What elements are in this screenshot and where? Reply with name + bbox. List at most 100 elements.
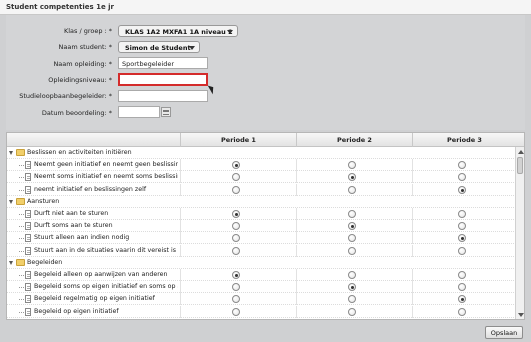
expand-toggle-icon[interactable] [9,260,13,265]
niveau-input[interactable] [118,73,208,86]
period-2-radio[interactable] [348,246,356,255]
required-mark: * [108,27,112,35]
competency-grid: Periode 1 Periode 2 Periode 3 Beslissen … [6,132,525,320]
student-form: Klas / groep : * KLAS 1A2 MXFA1 1A niveau… [6,15,525,130]
competency-row: Begeleid op eigen initiatief [7,305,516,318]
document-icon [25,295,31,304]
competency-row: Neemt geen initiatief en neemt geen besl… [7,159,516,172]
slb-row: Studieloopbaanbegeleider: * [6,90,112,103]
tree-connector [19,214,24,215]
student-label: Naam student: [58,43,107,51]
chevron-down-icon [189,46,195,50]
competency-row: Begeleid regelmatig op eigen initiatief [7,293,516,306]
period-3-radio[interactable] [458,271,466,279]
document-icon [25,161,31,170]
competency-label: Begeleid alleen op aanwijzen van anderen [34,271,168,278]
tree-connector [19,189,24,191]
document-icon [25,210,31,218]
competency-row: Begeleid soms op eigen initiatief en som… [7,281,516,294]
folder-icon [16,149,25,156]
group-label: Aansturen [27,197,60,205]
expand-toggle-icon[interactable] [9,151,13,155]
tree-connector [19,299,24,301]
save-button[interactable]: Opslaan [485,326,523,339]
scroll-up-icon[interactable] [518,150,524,154]
document-icon [25,173,31,182]
tree-connector [19,311,24,313]
period-1-radio[interactable] [232,210,240,218]
datum-label: Datum beoordeling: [41,109,107,117]
expand-toggle-icon[interactable] [9,199,13,204]
required-mark: * [108,109,112,117]
document-icon [25,246,31,255]
group-row[interactable]: Begeleiden [7,257,516,269]
klas-row: Klas / groep : * [6,25,112,38]
folder-icon [16,197,25,205]
competency-label: Durft soms aan te sturen [34,222,113,230]
competency-row: Stuurt alleen aan indien nodig [7,232,516,245]
niveau-label: Opleidingsniveau: [48,76,107,84]
slb-input[interactable] [118,90,208,102]
required-mark: * [108,76,112,84]
period-3-radio[interactable] [458,246,466,255]
period-2-radio[interactable] [348,210,356,218]
tree-connector [19,238,24,240]
tree-connector [19,250,24,252]
competency-row: Stuurt aan in de situaties vaarin dit ve… [7,244,516,257]
period-2-radio[interactable] [348,185,356,194]
niveau-row: Opleidingsniveau: * [6,74,112,87]
datum-row: Datum beoordeling: * [6,107,112,120]
opleiding-input[interactable]: Sportbegeleider [118,57,208,69]
group-label: Beslissen en activiteiten initiëren [27,149,132,156]
competency-row: Neemt soms initiatief en neemt soms besl… [7,171,516,184]
competency-label: Durft niet aan te sturen [34,210,109,217]
column-header-periode-1: Periode 1 [180,133,296,147]
group-row[interactable]: Aansturen [7,196,516,208]
folder-icon [16,258,25,266]
group-label: Begeleiden [27,258,63,266]
klas-label: Klas / groep : [63,27,107,35]
period-2-radio[interactable] [348,307,356,316]
competency-label: Begeleid soms op eigen initiatief en som… [34,283,178,291]
chevron-down-icon [227,30,233,34]
window-titlebar: Student competenties 1e jr [0,0,531,15]
document-icon [25,185,31,194]
vertical-scrollbar[interactable] [515,147,524,319]
competency-row: Durft soms aan te sturen [7,220,516,233]
competency-label: Begeleid op eigen initiatief [34,307,119,315]
opleiding-label: Naam opleiding: [53,60,107,68]
document-icon [25,283,31,292]
tree-connector [19,226,24,228]
period-1-radio[interactable] [232,271,240,279]
competency-label: Neemt soms initiatief en neemt soms besl… [34,173,178,181]
scroll-down-icon[interactable] [518,313,524,317]
period-3-radio[interactable] [458,307,466,316]
period-3-radio[interactable] [458,210,466,218]
grid-header: Periode 1 Periode 2 Periode 3 [7,133,524,147]
competency-label: Stuurt aan in de situaties vaarin dit ve… [34,246,177,254]
document-icon [25,271,31,279]
column-header-periode-3: Periode 3 [412,133,516,147]
scrollbar-thumb[interactable] [517,157,523,174]
period-1-radio[interactable] [232,185,240,194]
required-mark: * [108,92,112,100]
document-icon [25,234,31,243]
period-1-radio[interactable] [232,246,240,255]
group-row[interactable]: Beslissen en activiteiten initiëren [7,147,516,159]
period-2-radio[interactable] [348,271,356,279]
klas-select[interactable]: KLAS 1A2 MXFA1 1A niveau 2 [118,25,238,37]
student-row: Naam student: * [6,41,112,54]
student-select[interactable]: Simon de Student [118,41,200,53]
opleiding-row: Naam opleiding: * [6,58,112,71]
period-1-radio[interactable] [232,307,240,316]
competency-label: Stuurt alleen aan indien nodig [34,234,130,242]
footer-bar: Opslaan [0,322,531,342]
calendar-icon[interactable] [161,107,171,117]
window-title: Student competenties 1e jr [6,3,114,11]
datum-input[interactable] [118,106,160,118]
competency-label: Begeleid regelmatig op eigen initiatief [34,295,155,303]
column-header-periode-2: Periode 2 [296,133,412,147]
period-3-radio[interactable] [458,185,466,194]
tree-connector [19,177,24,179]
tree-connector [19,165,24,167]
